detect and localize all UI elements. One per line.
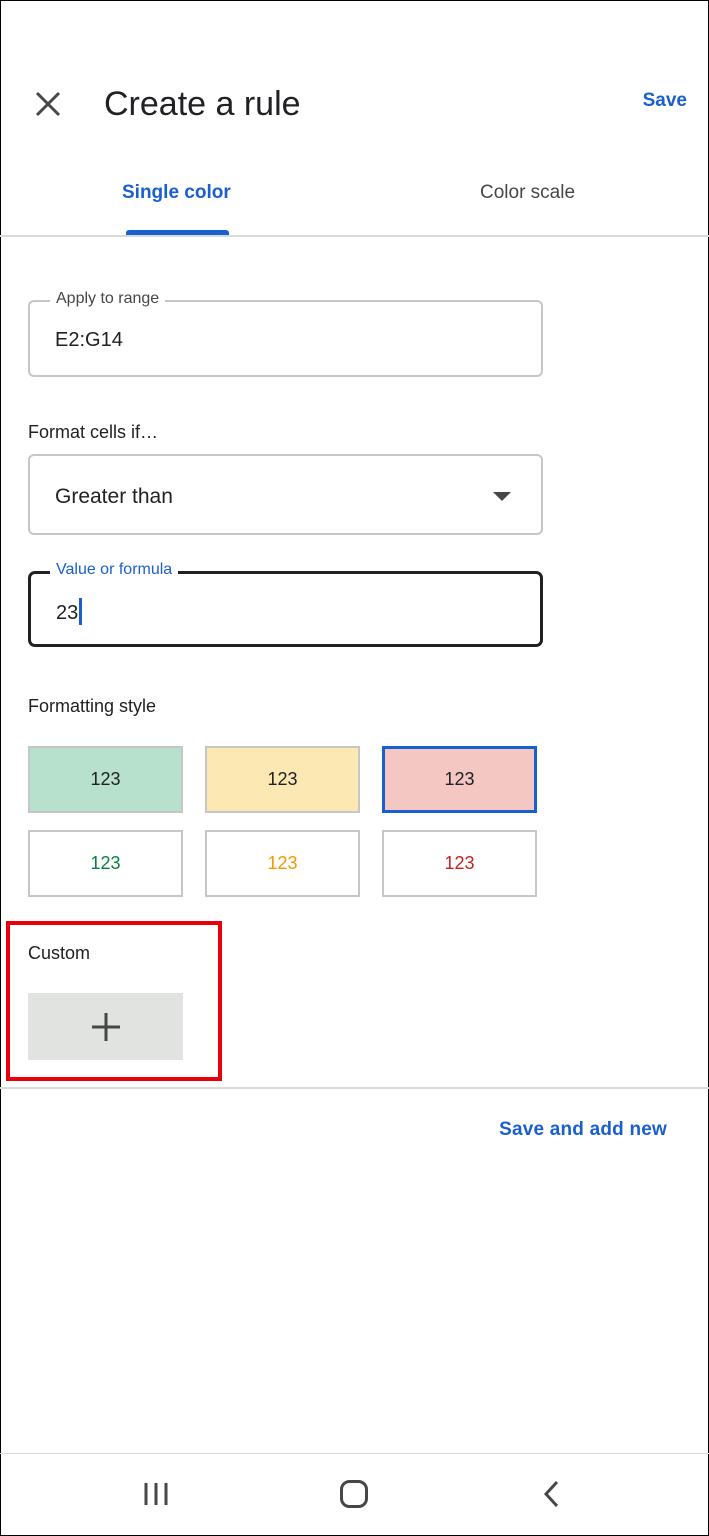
back-icon — [543, 1480, 559, 1508]
formula-text: 23 — [56, 601, 79, 624]
tab-divider — [0, 235, 709, 237]
tab-single-color[interactable]: Single color — [122, 182, 231, 204]
home-icon — [340, 1480, 368, 1508]
custom-label: Custom — [28, 943, 91, 963]
recent-apps-button[interactable] — [126, 1468, 186, 1520]
swatch-text: 123 — [90, 769, 121, 789]
close-button[interactable] — [26, 82, 70, 126]
formatting-style-label: Formatting style — [28, 696, 157, 716]
apply-to-range-field[interactable]: Apply to range E2:G14 — [28, 290, 543, 377]
swatch-text: 123 — [267, 769, 298, 789]
swatch-text: 123 — [267, 853, 298, 873]
swatch-text: 123 — [90, 853, 121, 873]
recent-apps-icon — [144, 1483, 168, 1505]
section-divider — [0, 1087, 709, 1089]
value-or-formula-input-value: 23 — [56, 598, 83, 627]
condition-selected-value: Greater than — [55, 485, 173, 508]
dropdown-arrow-icon — [493, 492, 511, 501]
nav-bar-divider — [0, 1453, 709, 1454]
close-icon — [35, 91, 61, 117]
swatch-text: 123 — [444, 769, 475, 789]
style-swatch-red-text[interactable]: 123 — [382, 830, 537, 897]
style-swatch-yellow-fill[interactable]: 123 — [205, 746, 360, 813]
format-cells-if-label: Format cells if… — [28, 422, 159, 442]
swatch-text: 123 — [444, 853, 475, 873]
save-button[interactable]: Save — [643, 90, 687, 112]
back-button[interactable] — [522, 1468, 582, 1520]
home-button[interactable] — [324, 1468, 384, 1520]
value-or-formula-label: Value or formula — [50, 561, 179, 579]
save-and-add-new-button[interactable]: Save and add new — [499, 1119, 667, 1141]
tab-color-scale[interactable]: Color scale — [480, 182, 575, 204]
style-swatch-green-text[interactable]: 123 — [28, 830, 183, 897]
style-swatch-orange-text[interactable]: 123 — [205, 830, 360, 897]
plus-icon — [91, 1012, 120, 1041]
apply-to-range-value: E2:G14 — [55, 329, 123, 351]
style-swatch-red-fill[interactable]: 123 — [382, 746, 537, 813]
add-custom-style-button[interactable] — [28, 993, 183, 1060]
page-title: Create a rule — [104, 85, 301, 123]
value-or-formula-field[interactable]: Value or formula 23 — [28, 561, 543, 647]
condition-select[interactable]: Greater than — [28, 454, 543, 535]
style-swatch-green-fill[interactable]: 123 — [28, 746, 183, 813]
apply-to-range-label: Apply to range — [50, 290, 166, 308]
text-cursor — [79, 598, 83, 625]
